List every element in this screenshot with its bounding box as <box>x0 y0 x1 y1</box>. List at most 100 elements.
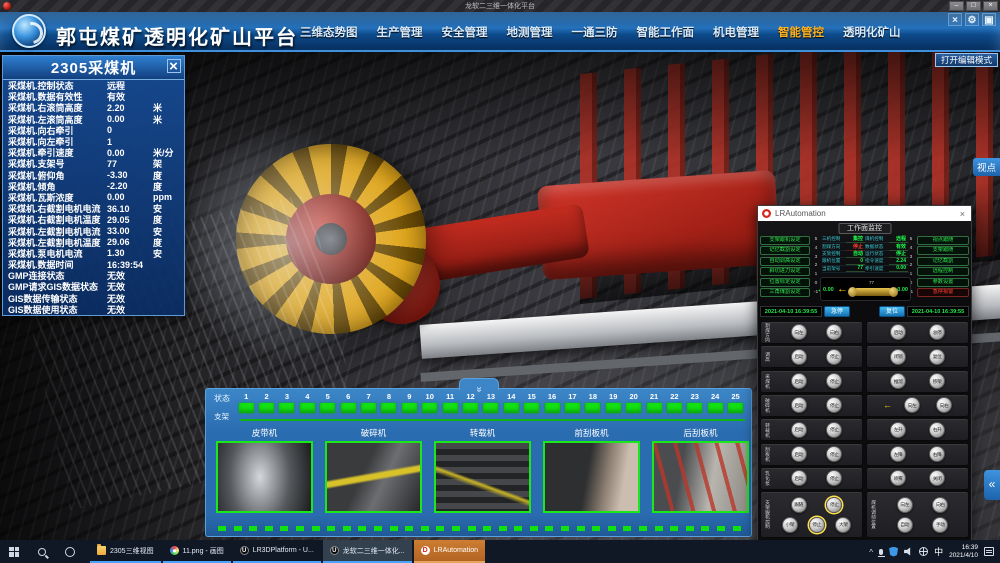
round-button-停止[interactable]: 停止 <box>826 422 842 438</box>
nav-item-5[interactable]: 智能工作面 <box>637 24 695 40</box>
round-button-跟随[interactable]: 跟随 <box>791 497 807 513</box>
lr-left-button-3[interactable]: 斜切进刀设定 <box>760 267 810 276</box>
camera-thumbnail[interactable] <box>434 441 531 513</box>
tray-ime-indicator[interactable]: 中 <box>934 545 943 558</box>
nav-item-0[interactable]: 三维态势图 <box>300 24 358 40</box>
round-button-停止[interactable]: 停止 <box>826 446 842 462</box>
camera-thumbnail[interactable] <box>652 441 749 513</box>
lr-left-button-0[interactable]: 支架跟机设定 <box>760 236 810 245</box>
tray-mic-icon[interactable] <box>879 549 883 555</box>
round-button-启动[interactable]: 启动 <box>890 324 906 340</box>
shearer-position-marker[interactable] <box>853 288 893 296</box>
round-button-左升[interactable]: 左升 <box>890 422 906 438</box>
cortana-button[interactable] <box>56 540 84 563</box>
round-button-大架[interactable]: 大架 <box>835 517 851 533</box>
nav-item-2[interactable]: 安全管理 <box>442 24 488 40</box>
green-dash <box>265 526 273 531</box>
lr-right-button-2[interactable]: 记忆截割 <box>917 257 969 266</box>
round-button-启动[interactable]: 启动 <box>791 349 807 365</box>
tray-network-icon[interactable] <box>919 547 928 556</box>
round-button-右升[interactable]: 右升 <box>929 422 945 438</box>
round-button-喷雾[interactable]: 喷雾 <box>890 470 906 486</box>
round-button-小架[interactable]: 小架 <box>782 517 798 533</box>
close-button[interactable]: × <box>983 1 998 11</box>
lr-right-button-0[interactable]: 视点跟随 <box>917 236 969 245</box>
lr-close-icon[interactable]: × <box>958 209 967 219</box>
nav-item-1[interactable]: 生产管理 <box>377 24 423 40</box>
lr-right-button-5[interactable]: 急停报警 <box>917 288 969 297</box>
green-dash <box>670 526 678 531</box>
round-button-推溜[interactable]: 推溜 <box>890 373 906 389</box>
action-center-icon[interactable] <box>984 547 994 556</box>
lr-titlebar[interactable]: LRAutomation × <box>758 206 971 221</box>
control-group-right-2: 推溜 移架 <box>866 370 969 393</box>
estop-button[interactable]: 急停 <box>824 306 850 317</box>
camera-thumbnail[interactable] <box>325 441 422 513</box>
panel-close-icon[interactable]: × <box>167 59 181 73</box>
nav-item-4[interactable]: 一通三防 <box>572 24 618 40</box>
round-button-停止[interactable]: 停止 <box>826 349 842 365</box>
round-button-停止[interactable]: 停止 <box>826 373 842 389</box>
round-button-手动[interactable]: 手动 <box>932 517 948 533</box>
round-button-左降[interactable]: 左降 <box>890 446 906 462</box>
lr-right-button-1[interactable]: 支架跟随 <box>917 246 969 255</box>
tray-chevron-up-icon[interactable]: ^ <box>869 548 873 557</box>
taskbar-item-0[interactable]: 2305三维视图 <box>90 540 161 563</box>
maximize-button[interactable]: □ <box>966 1 981 11</box>
gear-icon[interactable]: ⚙ <box>965 13 979 26</box>
round-button-停止[interactable]: 停止 <box>809 517 825 533</box>
panel-side-tab[interactable]: « <box>984 470 1000 500</box>
green-dash <box>514 526 522 531</box>
round-button-移架[interactable]: 移架 <box>929 373 945 389</box>
start-button[interactable] <box>0 540 28 563</box>
tools-icon[interactable]: × <box>948 13 962 26</box>
round-button-向左[interactable]: 向左 <box>904 397 920 413</box>
nav-item-8[interactable]: 透明化矿山 <box>843 24 901 40</box>
viewpoint-tab[interactable]: 视点 <box>973 158 1000 176</box>
collapse-chevron-icon[interactable]: « <box>459 378 499 390</box>
tray-volume-icon[interactable] <box>904 547 913 556</box>
round-button-停止[interactable]: 停止 <box>826 497 842 513</box>
round-button-向右[interactable]: 向右 <box>826 324 842 340</box>
taskbar-item-4[interactable]: DLRAutomation <box>414 540 485 563</box>
lr-left-button-2[interactable]: 自动调高设定 <box>760 257 810 266</box>
round-button-自动[interactable]: 自动 <box>897 517 913 533</box>
lr-right-button-4[interactable]: 参数设置 <box>917 278 969 287</box>
round-button-停止[interactable]: 停止 <box>826 470 842 486</box>
nav-item-3[interactable]: 地测管理 <box>507 24 553 40</box>
round-button-复位[interactable]: 复位 <box>929 349 945 365</box>
round-button-启动[interactable]: 启动 <box>791 446 807 462</box>
taskbar-clock[interactable]: 16:39 2021/4/10 <box>949 544 978 559</box>
nav-item-7[interactable]: 智能管控 <box>778 24 824 40</box>
round-button-关闭[interactable]: 关闭 <box>929 470 945 486</box>
round-button-启动[interactable]: 启动 <box>791 422 807 438</box>
window-mode-icon[interactable]: ▣ <box>982 13 996 26</box>
edit-mode-button[interactable]: 打开编辑模式 <box>935 53 998 67</box>
round-button-停止[interactable]: 停止 <box>826 397 842 413</box>
search-button[interactable] <box>28 540 56 563</box>
reset-button[interactable]: 复位 <box>879 306 905 317</box>
tray-shield-icon[interactable] <box>889 547 898 557</box>
taskbar-item-2[interactable]: ULR3DPlatform - U... <box>233 540 321 563</box>
lr-left-button-5[interactable]: 三角煤割设定 <box>760 288 810 297</box>
round-button-向左[interactable]: 向左 <box>897 497 913 513</box>
round-button-启动[interactable]: 启动 <box>791 397 807 413</box>
lr-left-button-4[interactable]: 位置标定设定 <box>760 278 810 287</box>
taskbar-item-1[interactable]: 11.png - 画图 <box>163 540 231 563</box>
round-button-向右[interactable]: 向右 <box>932 497 948 513</box>
position-slider[interactable]: 0.00 ← 77 0.00 <box>820 277 911 301</box>
round-button-向左[interactable]: 向左 <box>791 324 807 340</box>
minimize-button[interactable]: – <box>949 1 964 11</box>
camera-thumbnail[interactable] <box>543 441 640 513</box>
lr-left-button-1[interactable]: 记忆截割设定 <box>760 246 810 255</box>
taskbar-item-3[interactable]: U龙软二三维一体化... <box>323 540 412 563</box>
round-button-启动[interactable]: 启动 <box>791 470 807 486</box>
round-button-总停[interactable]: 总停 <box>929 324 945 340</box>
round-button-右降[interactable]: 右降 <box>929 446 945 462</box>
round-button-闭锁[interactable]: 闭锁 <box>890 349 906 365</box>
lr-right-button-3[interactable]: 远程控制 <box>917 267 969 276</box>
camera-thumbnail[interactable] <box>216 441 313 513</box>
nav-item-6[interactable]: 机电管理 <box>713 24 759 40</box>
round-button-向右[interactable]: 向右 <box>936 397 952 413</box>
round-button-启动[interactable]: 启动 <box>791 373 807 389</box>
